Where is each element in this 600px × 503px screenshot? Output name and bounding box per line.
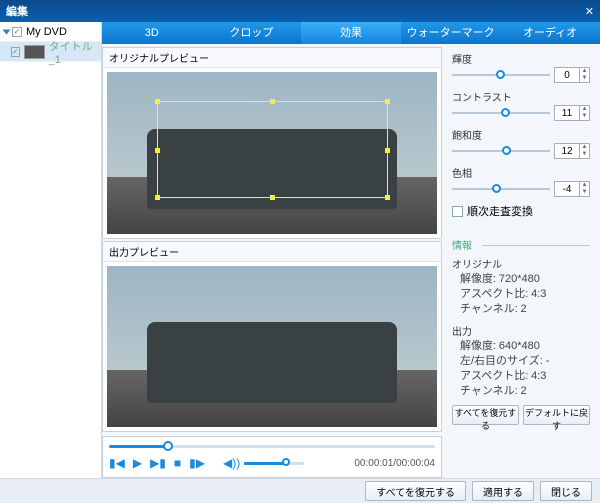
- original-preview-title: オリジナルプレビュー: [103, 48, 441, 68]
- sidebar-item-label: タイトル_1: [49, 38, 97, 66]
- info-output-title: 出力: [452, 323, 590, 338]
- spin-down[interactable]: ▼: [579, 75, 589, 82]
- panel-buttons: すべてを復元する デフォルトに戻す: [452, 405, 590, 425]
- titlebar[interactable]: 編集 ✕: [0, 0, 600, 22]
- footer: すべてを復元する 適用する 閉じる: [0, 478, 600, 503]
- crop-handle[interactable]: [155, 148, 160, 153]
- volume-icon[interactable]: ◀)): [223, 456, 240, 470]
- saturation-spinner[interactable]: 12▲▼: [554, 143, 590, 159]
- tab-bar: 3D クロップ 効果 ウォーターマーク オーディオ: [102, 22, 600, 44]
- seek-knob[interactable]: [163, 441, 173, 451]
- content: 3D クロップ 効果 ウォーターマーク オーディオ オリジナルプレビュー: [102, 22, 600, 478]
- deinterlace-row: 順次走査変換: [452, 203, 590, 219]
- crop-handle[interactable]: [155, 195, 160, 200]
- saturation-prop: 飽和度 12▲▼: [452, 127, 590, 159]
- info-line: チャンネル: 2: [452, 302, 590, 317]
- volume-control: ◀)): [223, 456, 304, 470]
- step-button[interactable]: ▮▶: [189, 456, 205, 470]
- prev-button[interactable]: ▮◀: [109, 456, 125, 470]
- spin-up[interactable]: ▲: [579, 144, 589, 151]
- info-line: チャンネル: 2: [452, 384, 590, 399]
- spin-down[interactable]: ▼: [579, 151, 589, 158]
- slider-knob[interactable]: [496, 70, 505, 79]
- spin-down[interactable]: ▼: [579, 189, 589, 196]
- close-icon[interactable]: ✕: [585, 5, 594, 18]
- crop-rect[interactable]: [157, 101, 388, 198]
- deinterlace-checkbox[interactable]: [452, 206, 463, 217]
- window-title: 編集: [6, 3, 28, 19]
- tab-3d[interactable]: 3D: [102, 22, 202, 44]
- info-line: アスペクト比: 4:3: [452, 369, 590, 384]
- playback-time: 00:00:01/00:00:04: [354, 458, 435, 469]
- crop-handle[interactable]: [155, 99, 160, 104]
- info-line: アスペクト比: 4:3: [452, 287, 590, 302]
- original-video[interactable]: [107, 72, 437, 234]
- contrast-prop: コントラスト 11▲▼: [452, 89, 590, 121]
- contrast-spinner[interactable]: 11▲▼: [554, 105, 590, 121]
- checkbox-root[interactable]: ✓: [12, 27, 22, 37]
- tab-crop[interactable]: クロップ: [202, 22, 302, 44]
- brightness-prop: 輝度 0▲▼: [452, 51, 590, 83]
- restore-all-button[interactable]: すべてを復元する: [452, 405, 519, 425]
- brightness-slider[interactable]: [452, 70, 550, 80]
- hue-spinner[interactable]: -4▲▼: [554, 181, 590, 197]
- preview-column: オリジナルプレビュー: [102, 47, 446, 478]
- sidebar-root-label: My DVD: [26, 26, 67, 38]
- brightness-label: 輝度: [452, 51, 590, 66]
- sidebar: ✓ My DVD ✓ タイトル_1: [0, 22, 102, 478]
- crop-handle[interactable]: [270, 195, 275, 200]
- slider-knob[interactable]: [502, 146, 511, 155]
- play-button[interactable]: ▶: [133, 456, 142, 470]
- default-button[interactable]: デフォルトに戻す: [523, 405, 590, 425]
- contrast-slider[interactable]: [452, 108, 550, 118]
- hue-prop: 色相 -4▲▼: [452, 165, 590, 197]
- apply-button[interactable]: 適用する: [472, 481, 534, 501]
- saturation-label: 飽和度: [452, 127, 590, 142]
- spin-down[interactable]: ▼: [579, 113, 589, 120]
- workarea: オリジナルプレビュー: [102, 44, 600, 478]
- crop-handle[interactable]: [385, 148, 390, 153]
- spin-up[interactable]: ▲: [579, 182, 589, 189]
- brightness-spinner[interactable]: 0▲▼: [554, 67, 590, 83]
- info-heading: 情報: [452, 237, 590, 252]
- playback-controls: ▮◀ ▶ ▶▮ ■ ▮▶ ◀)) 00:00:01/00:00:04: [102, 436, 442, 478]
- footer-restore-all-button[interactable]: すべてを復元する: [365, 481, 466, 501]
- spin-up[interactable]: ▲: [579, 106, 589, 113]
- info-original-title: オリジナル: [452, 256, 590, 271]
- tab-watermark[interactable]: ウォーターマーク: [401, 22, 501, 44]
- effect-panel: 輝度 0▲▼ コントラスト 11▲▼ 飽和度: [446, 47, 596, 478]
- sidebar-item-title1[interactable]: ✓ タイトル_1: [0, 42, 101, 62]
- hue-label: 色相: [452, 165, 590, 180]
- crop-handle[interactable]: [270, 99, 275, 104]
- info-section: 情報 オリジナル 解像度: 720*480 アスペクト比: 4:3 チャンネル:…: [452, 237, 590, 399]
- seek-slider[interactable]: [109, 442, 435, 450]
- info-line: 解像度: 720*480: [452, 272, 590, 287]
- hue-slider[interactable]: [452, 184, 550, 194]
- slider-knob[interactable]: [492, 184, 501, 193]
- original-preview-panel: オリジナルプレビュー: [102, 47, 442, 239]
- crop-handle[interactable]: [385, 99, 390, 104]
- contrast-label: コントラスト: [452, 89, 590, 104]
- slider-knob[interactable]: [501, 108, 510, 117]
- info-line: 解像度: 640*480: [452, 339, 590, 354]
- output-preview-title: 出力プレビュー: [103, 242, 441, 262]
- expand-icon[interactable]: [3, 29, 11, 34]
- next-button[interactable]: ▶▮: [150, 456, 166, 470]
- thumbnail: [24, 45, 45, 59]
- output-video[interactable]: [107, 266, 437, 428]
- saturation-slider[interactable]: [452, 146, 550, 156]
- tab-audio[interactable]: オーディオ: [500, 22, 600, 44]
- spin-up[interactable]: ▲: [579, 68, 589, 75]
- output-preview-panel: 出力プレビュー: [102, 241, 442, 433]
- tab-effect[interactable]: 効果: [301, 22, 401, 44]
- stop-button[interactable]: ■: [174, 456, 181, 470]
- volume-slider[interactable]: [244, 460, 304, 466]
- deinterlace-label: 順次走査変換: [467, 203, 533, 219]
- close-button[interactable]: 閉じる: [540, 481, 592, 501]
- info-line: 左/右目のサイズ: -: [452, 354, 590, 369]
- main-area: ✓ My DVD ✓ タイトル_1 3D クロップ 効果 ウォーターマーク オー…: [0, 22, 600, 478]
- checkbox-item[interactable]: ✓: [11, 47, 20, 57]
- crop-handle[interactable]: [385, 195, 390, 200]
